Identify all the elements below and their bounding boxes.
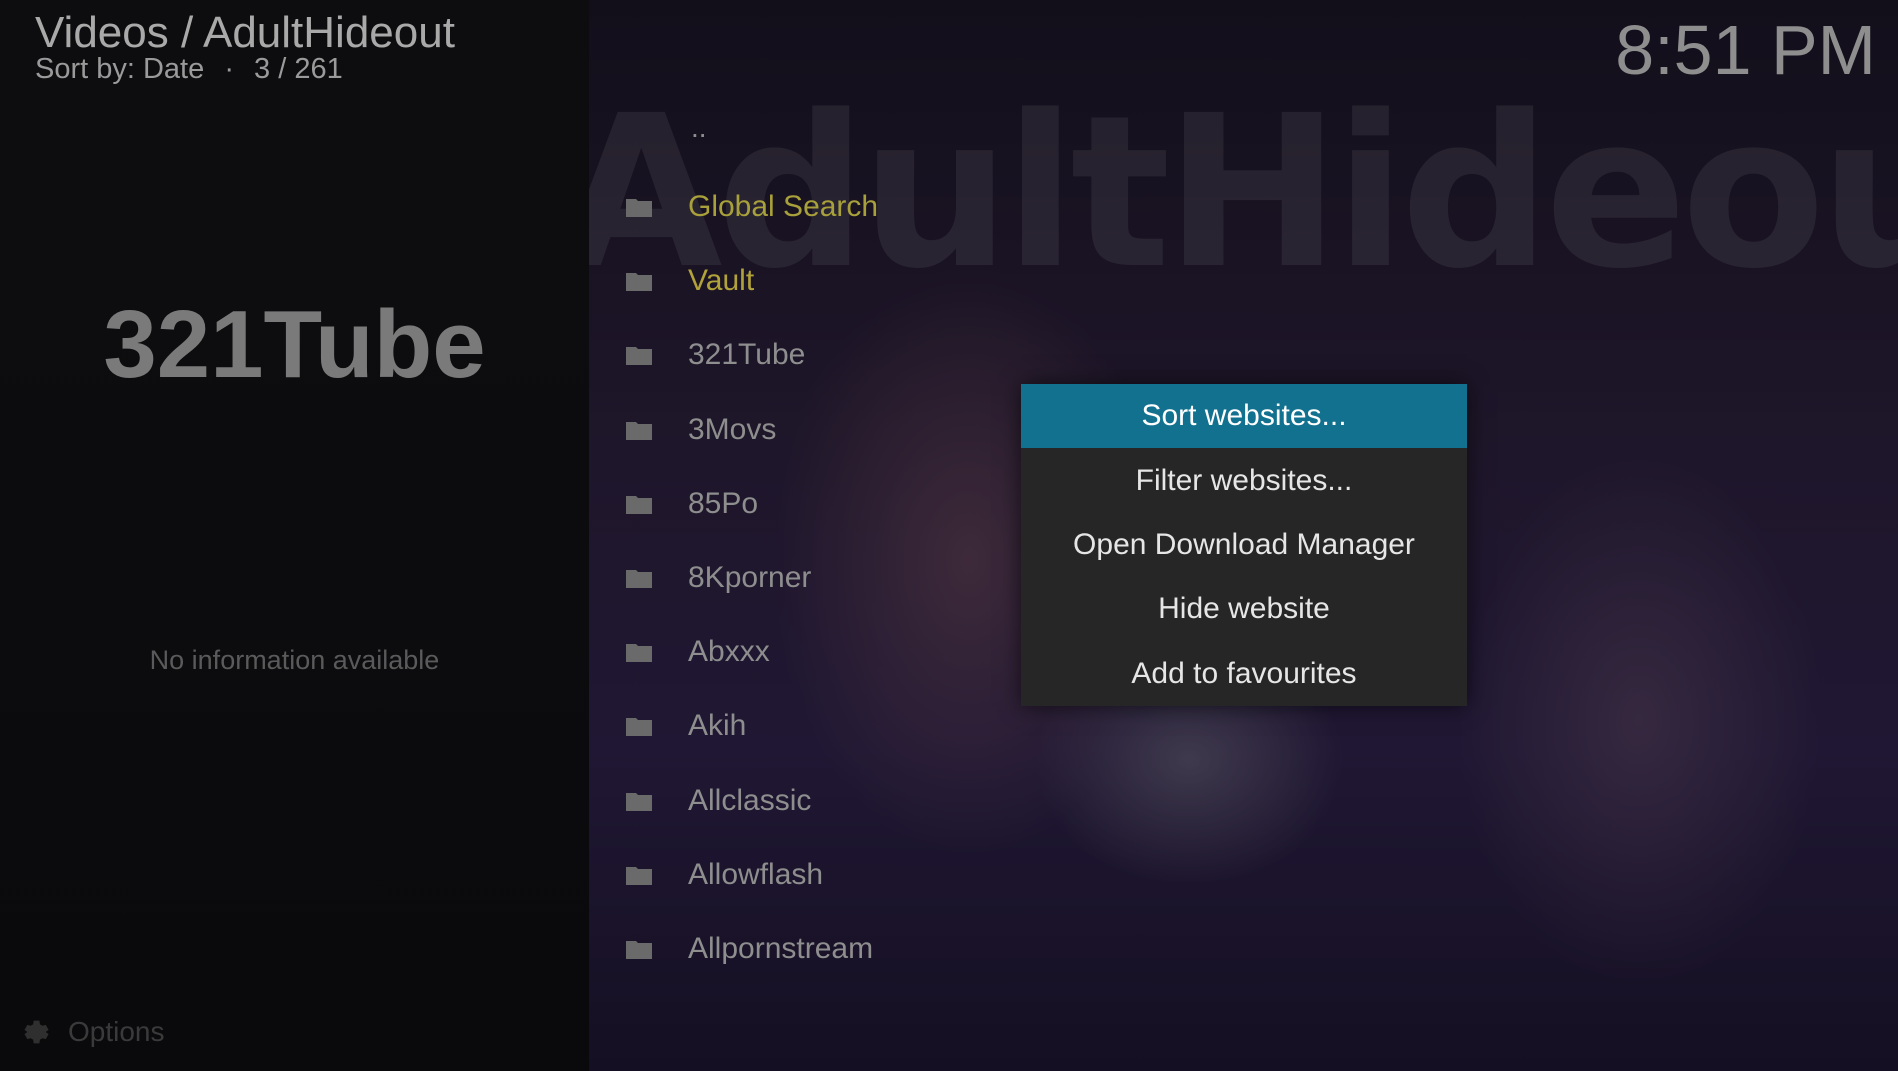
folder-icon <box>626 421 652 440</box>
clock: 8:51 PM <box>1615 11 1876 89</box>
list-item[interactable]: Vault <box>620 244 1320 318</box>
menu-item-add-to-favourites[interactable]: Add to favourites <box>1021 642 1467 706</box>
menu-item-sort-websites[interactable]: Sort websites... <box>1021 384 1467 449</box>
list-item-label: 3Movs <box>688 412 777 446</box>
sort-info: Sort by: Date · 3 / 261 <box>35 53 355 86</box>
list-item-label: Allpornstream <box>688 931 874 965</box>
folder-icon <box>626 718 652 737</box>
list-item-label: Allclassic <box>688 783 812 817</box>
folder-icon <box>626 940 652 959</box>
list-item-label: .. <box>691 112 707 143</box>
list-item-label: 85Po <box>688 486 759 520</box>
context-menu: Sort websites... Filter websites... Open… <box>1021 384 1467 706</box>
menu-item-open-download-manager[interactable]: Open Download Manager <box>1021 513 1467 577</box>
folder-icon <box>626 199 652 218</box>
list-item-label: 321Tube <box>688 338 806 372</box>
list-item[interactable]: Allpornstream <box>620 912 1320 986</box>
folder-icon <box>626 347 652 366</box>
sort-label: Sort by: Date <box>35 53 205 85</box>
separator: · <box>224 53 234 85</box>
options-label: Options <box>68 1016 165 1047</box>
list-item-label: Abxxx <box>688 635 770 669</box>
page-title: Videos / AdultHideout <box>35 8 455 57</box>
list-item[interactable]: Allowflash <box>620 838 1320 912</box>
folder-icon <box>626 866 652 885</box>
info-title: 321Tube <box>103 291 486 398</box>
list-item-parent[interactable]: .. <box>620 112 1320 170</box>
list-item[interactable]: Allclassic <box>620 764 1320 838</box>
menu-item-filter-websites[interactable]: Filter websites... <box>1021 448 1467 512</box>
list-item[interactable]: 321Tube <box>620 318 1320 392</box>
list-item-label: Global Search <box>688 190 879 224</box>
item-position: 3 / 261 <box>254 53 343 85</box>
list-item-label: Allowflash <box>688 857 824 891</box>
folder-icon <box>626 495 652 514</box>
folder-icon <box>626 273 652 292</box>
list-item-label: Akih <box>688 709 747 743</box>
info-empty-text: No information available <box>149 645 440 675</box>
list-item-label: 8Kporner <box>688 561 812 595</box>
list-item-label: Vault <box>688 264 755 298</box>
gear-icon <box>24 1020 49 1044</box>
folder-icon <box>626 644 652 663</box>
list-item[interactable]: Global Search <box>620 170 1320 244</box>
folder-icon <box>626 792 652 811</box>
options-button[interactable]: Options <box>16 1015 165 1049</box>
folder-icon <box>626 570 652 589</box>
menu-item-hide-website[interactable]: Hide website <box>1021 577 1467 641</box>
